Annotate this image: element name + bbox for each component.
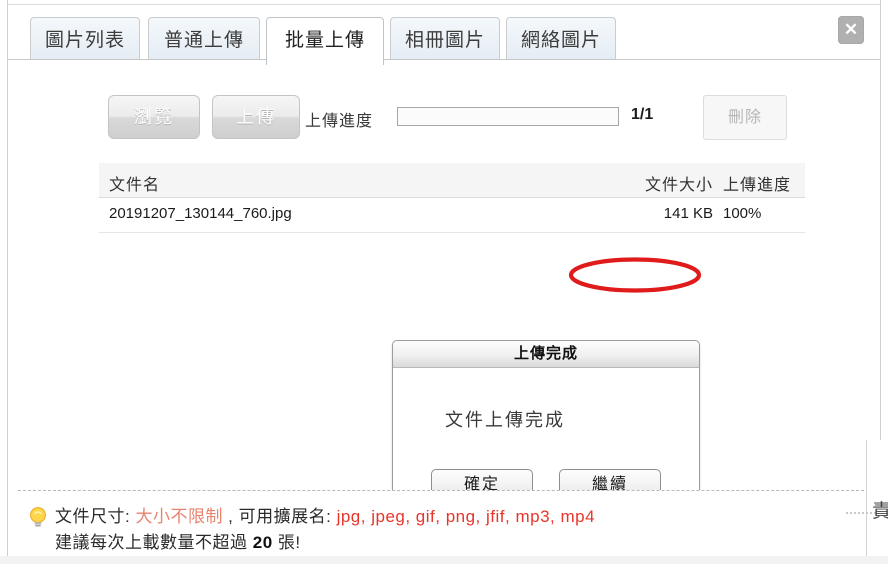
table-row[interactable]: 20191207_130144_760.jpg 141 KB 100% [99, 198, 805, 233]
dialog-message: 文件上傳完成 [445, 410, 565, 430]
upload-complete-dialog: 上傳完成 文件上傳完成 確定 繼續 [392, 340, 700, 512]
footer-size-value: 大小不限制 [135, 507, 223, 526]
column-header-filename: 文件名 [109, 177, 161, 194]
tab-batch-upload[interactable]: 批量上傳 [266, 17, 384, 66]
upload-dialog-window: 圖片列表 普通上傳 批量上傳 相冊圖片 網絡圖片 ✕ 瀏覽 上傳 上傳進度 1/… [0, 0, 888, 564]
upload-progress-count: 1/1 [631, 106, 654, 123]
tab-content-batch-upload: 瀏覽 上傳 上傳進度 1/1 刪除 文件名 文件大小 上傳進度 20191207… [9, 60, 879, 512]
upload-button[interactable]: 上傳 [212, 95, 300, 139]
footer-quantity-prefix: 建議每次上載數量不超過 [55, 533, 253, 552]
footer-line-filesize: 文件尺寸: 大小不限制 , 可用擴展名: jpg, jpeg, gif, png… [55, 502, 595, 527]
delete-button[interactable]: 刪除 [703, 95, 787, 140]
window-left-border [7, 0, 8, 556]
tab-album-images[interactable]: 相冊圖片 [390, 17, 500, 64]
red-ellipse-annotation [568, 257, 702, 293]
cell-filename: 20191207_130144_760.jpg [109, 205, 292, 222]
table-header-row: 文件名 文件大小 上傳進度 [99, 163, 805, 198]
tab-image-list[interactable]: 圖片列表 [30, 17, 140, 64]
cell-filesize: 141 KB [663, 205, 713, 222]
background-clipped-text: 責 [872, 501, 888, 522]
footer-divider [18, 490, 874, 491]
footer-quantity-number: 20 [252, 533, 273, 552]
column-header-progress: 上傳進度 [723, 177, 792, 194]
dialog-title: 上傳完成 [393, 341, 699, 368]
cell-progress: 100% [723, 205, 762, 222]
upload-progress-bar [397, 107, 619, 126]
footer-extensions-value: jpg, jpeg, gif, png, jfif, mp3, mp4 [336, 507, 596, 526]
file-table: 文件名 文件大小 上傳進度 20191207_130144_760.jpg 14… [99, 163, 805, 233]
column-header-filesize: 文件大小 [644, 177, 713, 194]
window-bottom-border [0, 556, 888, 564]
tab-normal-upload[interactable]: 普通上傳 [148, 17, 260, 64]
lightbulb-icon [30, 507, 46, 527]
footer-extensions-prefix: , 可用擴展名: [222, 507, 337, 526]
footer-line-quantity: 建議每次上載數量不超過 20 張! [55, 528, 301, 553]
tab-network-images[interactable]: 網絡圖片 [506, 17, 616, 64]
upload-toolbar: 瀏覽 上傳 上傳進度 1/1 刪除 [9, 60, 879, 145]
footer-quantity-suffix: 張! [272, 533, 301, 552]
upload-progress-label: 上傳進度 [305, 113, 374, 130]
close-button[interactable]: ✕ [838, 16, 864, 44]
close-icon: ✕ [843, 20, 859, 39]
footer-size-prefix: 文件尺寸: [55, 507, 136, 526]
footer-hints: 文件尺寸: 大小不限制 , 可用擴展名: jpg, jpeg, gif, png… [9, 490, 879, 556]
browse-button[interactable]: 瀏覽 [108, 95, 200, 139]
tab-bar: 圖片列表 普通上傳 批量上傳 相冊圖片 網絡圖片 [8, 5, 880, 66]
